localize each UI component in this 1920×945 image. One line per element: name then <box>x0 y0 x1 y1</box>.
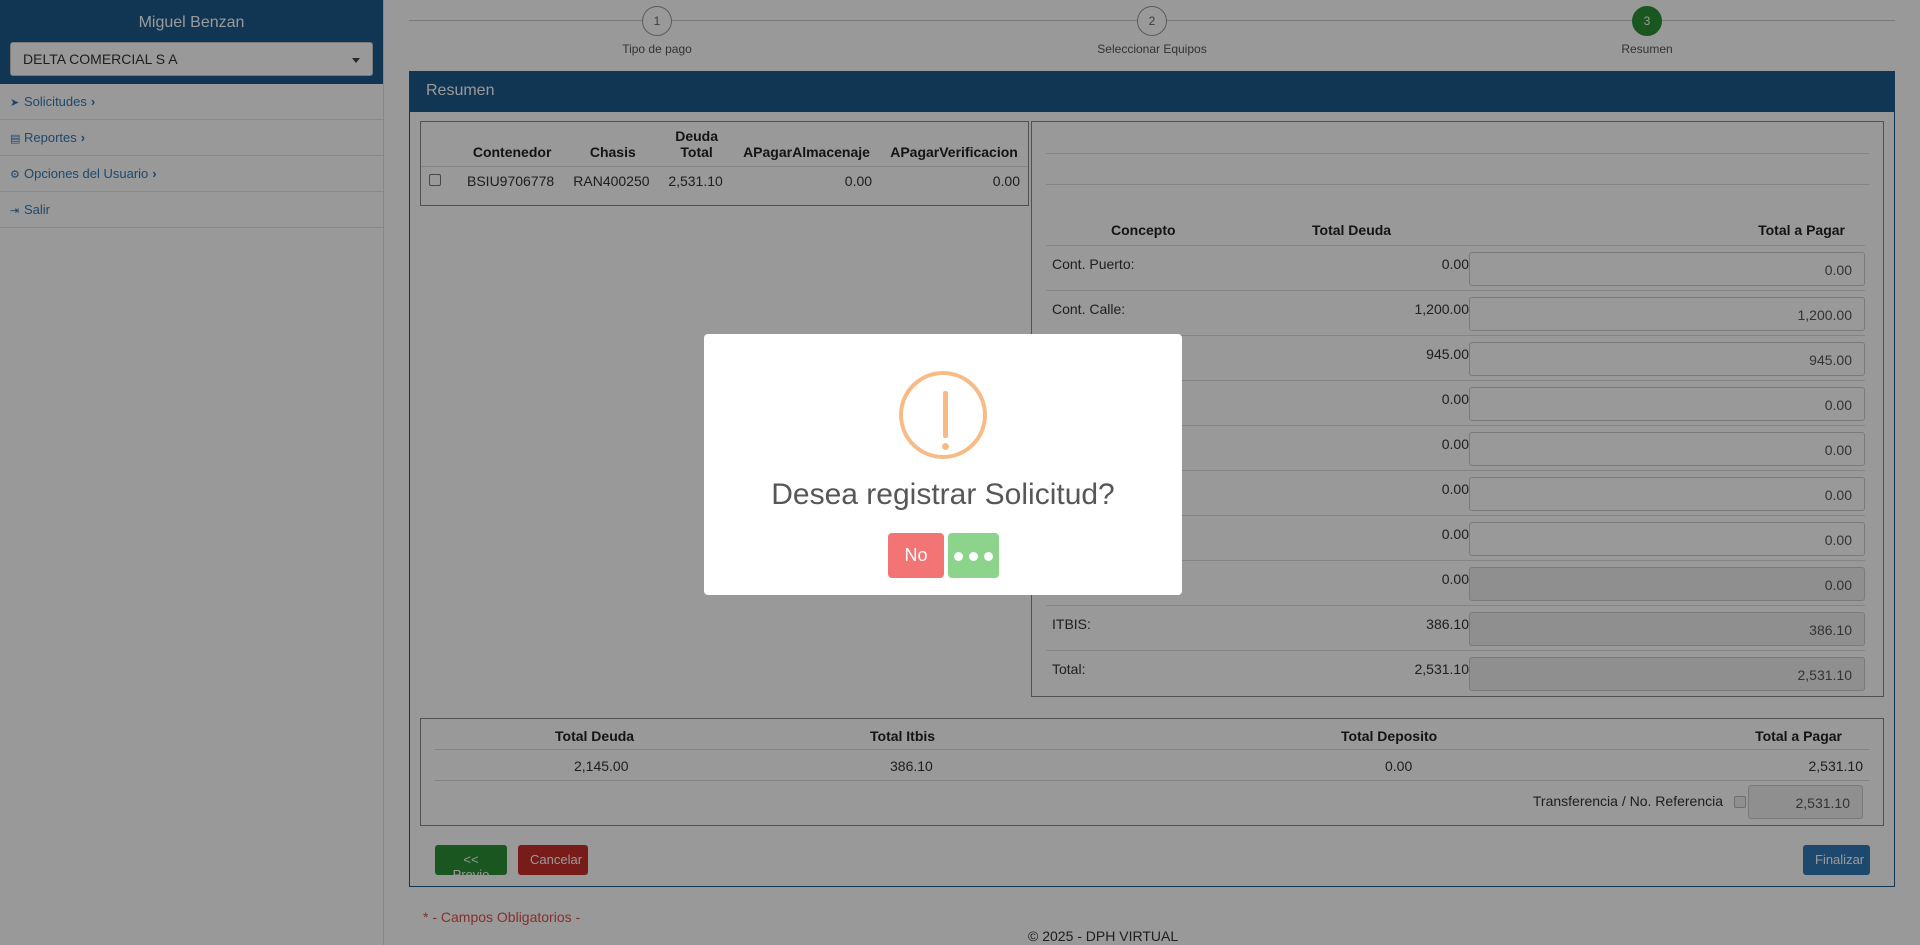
confirm-dialog: Desea registrar Solicitud? No <box>704 334 1182 595</box>
no-button[interactable]: No <box>888 533 944 578</box>
loading-dots-icon <box>954 534 993 579</box>
warning-icon-dot <box>942 443 949 450</box>
confirm-loading-button[interactable] <box>948 533 999 578</box>
warning-icon <box>899 371 987 459</box>
dialog-title: Desea registrar Solicitud? <box>771 478 1115 511</box>
warning-icon-bar <box>943 391 948 438</box>
